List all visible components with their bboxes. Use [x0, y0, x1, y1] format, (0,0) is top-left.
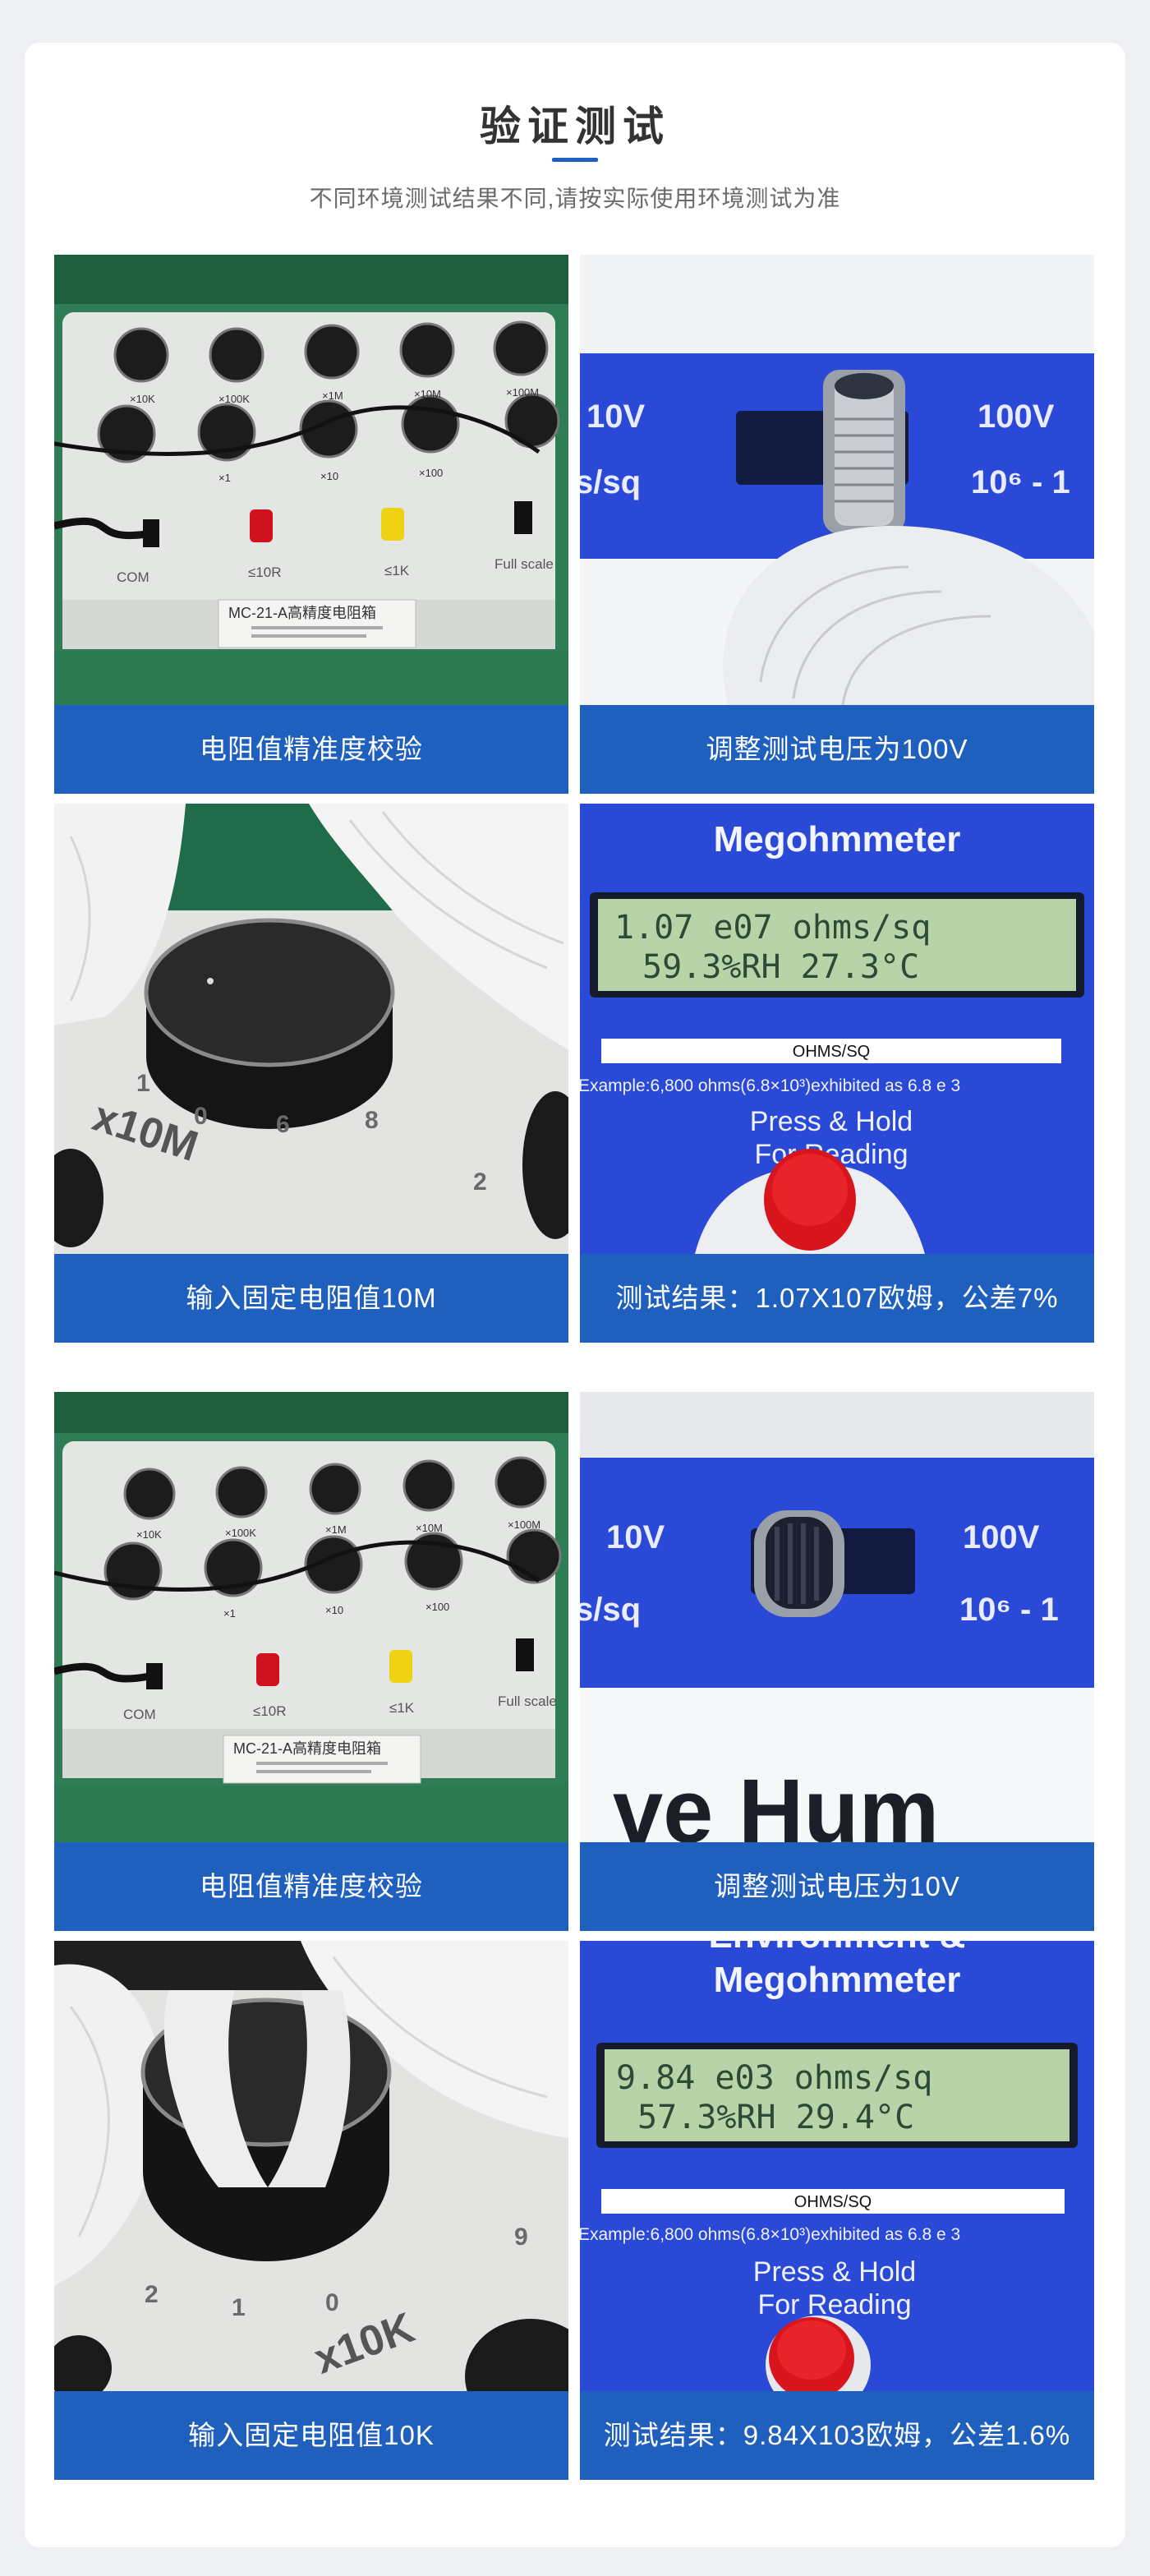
tile-dial-10k: 0 1 2 9 x10K 输入固定电阻值10K — [54, 1941, 568, 2480]
unit-tag: OHMS/SQ — [794, 2193, 872, 2211]
meter-brand: Megohmmeter — [714, 1960, 961, 2000]
voltage-label-high: 100V — [963, 1519, 1040, 1555]
voltage-label-high: 100V — [978, 399, 1055, 435]
knob-label: ×100K — [225, 1527, 256, 1539]
dial-digit: 6 — [276, 1111, 290, 1138]
meter-brand-top: Environment & — [709, 1941, 966, 1956]
knob-label: ×10M — [414, 388, 441, 400]
tile-caption: 调整测试电压为100V — [580, 705, 1094, 794]
box-model-label: MC-21-A高精度电阻箱 — [233, 1740, 381, 1757]
knob-label: ×10M — [416, 1522, 443, 1534]
knob-label: ×1 — [223, 1607, 236, 1620]
tile-meter-reading-1: Megohmmeter 1.07 e07 ohms/sq 59.3%RH 27.… — [580, 804, 1094, 1343]
knob-label: ×10 — [320, 470, 338, 482]
jack-label: ≤10R — [248, 565, 282, 580]
dial-digit: 9 — [514, 2223, 528, 2251]
tile-dial-10m: 0 6 8 1 2 x10M 输入固定电阻值10M — [54, 804, 568, 1343]
box-model-label: MC-21-A高精度电阻箱 — [228, 605, 376, 621]
jack-label: COM — [117, 569, 150, 585]
voltage-label-low: 10V — [586, 399, 645, 435]
tile-caption: 电阻值精准度校验 — [54, 1842, 568, 1931]
verification-card: 验证测试 不同环境测试结果不同,请按实际使用环境测试为准 ×10K ×100K … — [25, 43, 1125, 2547]
range-label: 10⁶ - 1 — [971, 464, 1070, 500]
page-subtitle: 不同环境测试结果不同,请按实际使用环境测试为准 — [309, 186, 841, 211]
knob-label: ×100K — [218, 393, 250, 405]
range-label: 10⁶ - 1 — [959, 1592, 1059, 1628]
dial-photo: 0 6 8 1 2 x10M — [54, 804, 568, 1254]
knob-label: ×1M — [322, 389, 343, 402]
press-hold-label: Press & Hold — [750, 1106, 913, 1137]
knob-label: ×100M — [508, 1518, 540, 1531]
dial-digit: 0 — [325, 2289, 339, 2316]
dial-digit: 8 — [365, 1107, 379, 1134]
lcd-line-1: 1.07 e07 ohms/sq — [614, 909, 931, 947]
tile-resistance-box-1: ×10K ×100K ×1M ×10M ×100M ×1 ×10 ×100 CO… — [54, 255, 568, 794]
tile-caption: 电阻值精准度校验 — [54, 705, 568, 794]
knob-label: ×100M — [506, 386, 539, 399]
tile-voltage-switch-1: 10V 100V s/sq 10⁶ - 1 调整测试电压为100V — [580, 255, 1094, 794]
voltage-switch-photo: 10V 100V s/sq 10⁶ - 1 — [580, 255, 1094, 705]
jack-label: COM — [123, 1707, 156, 1722]
meter-brand: Megohmmeter — [714, 819, 961, 859]
lcd-line-1: 9.84 e03 ohms/sq — [616, 2059, 932, 2097]
unit-label: s/sq — [580, 464, 641, 500]
page-title: 验证测试 — [480, 104, 670, 150]
knob-label: ×1 — [218, 472, 231, 484]
meter-photo: Environment & Megohmmeter 9.84 e03 ohms/… — [580, 1941, 1094, 2391]
knob-label: ×10 — [325, 1604, 343, 1616]
lcd-line-2: 57.3%RH 29.4°C — [637, 2099, 914, 2136]
dial-digit: 1 — [232, 2294, 246, 2321]
knob-label: ×100 — [426, 1601, 449, 1613]
jack-label: ≤10R — [253, 1703, 287, 1719]
example-text: Example:6,800 ohms(6.8×10³)exhibited as … — [580, 2225, 960, 2244]
dial-photo: 0 1 2 9 x10K — [54, 1941, 568, 2391]
jack-label: Full scale — [494, 556, 554, 572]
dial-digit: 2 — [145, 2281, 159, 2308]
panel-bottom-text: ve Hum — [613, 1761, 939, 1842]
tile-caption: 测试结果：1.07X107欧姆，公差7% — [580, 1254, 1094, 1343]
unit-label: s/sq — [580, 1592, 641, 1628]
knob-label: ×1M — [325, 1523, 347, 1536]
knob-label: ×10K — [136, 1528, 162, 1541]
lcd-line-2: 59.3%RH 27.3°C — [642, 948, 919, 986]
tile-voltage-switch-2: 10V 100V s/sq 10⁶ - 1 ve Hum 调整测试电压为10V — [580, 1392, 1094, 1931]
voltage-label-low: 10V — [606, 1519, 665, 1555]
tile-resistance-box-2: ×10K ×100K ×1M ×10M ×100M ×1 ×10 ×100 CO… — [54, 1392, 568, 1931]
example-text: Example:6,800 ohms(6.8×10³)exhibited as … — [580, 1076, 960, 1095]
press-hold-label: Press & Hold — [753, 2256, 916, 2288]
tile-caption: 调整测试电压为10V — [580, 1842, 1094, 1931]
jack-label: ≤1K — [389, 1700, 415, 1716]
knob-label: ×100 — [419, 467, 443, 479]
tile-meter-reading-2: Environment & Megohmmeter 9.84 e03 ohms/… — [580, 1941, 1094, 2480]
jack-label: ≤1K — [384, 563, 410, 578]
voltage-switch-photo: 10V 100V s/sq 10⁶ - 1 ve Hum — [580, 1392, 1094, 1842]
for-reading-label: For Reading — [757, 2289, 911, 2320]
tile-caption: 测试结果：9.84X103欧姆，公差1.6% — [580, 2391, 1094, 2480]
title-underline — [552, 158, 598, 162]
tile-caption: 输入固定电阻值10M — [54, 1254, 568, 1343]
knob-label: ×10K — [130, 393, 155, 405]
dial-digit: 1 — [136, 1070, 150, 1097]
resistance-box-photo: ×10K ×100K ×1M ×10M ×100M ×1 ×10 ×100 CO… — [54, 255, 568, 705]
resistance-box-photo: ×10K ×100K ×1M ×10M ×100M ×1 ×10 ×100 CO… — [54, 1392, 568, 1842]
tile-caption: 输入固定电阻值10K — [54, 2391, 568, 2480]
meter-photo: Megohmmeter 1.07 e07 ohms/sq 59.3%RH 27.… — [580, 804, 1094, 1254]
unit-tag: OHMS/SQ — [793, 1043, 870, 1061]
dial-digit: 2 — [473, 1168, 487, 1196]
jack-label: Full scale — [498, 1694, 557, 1709]
